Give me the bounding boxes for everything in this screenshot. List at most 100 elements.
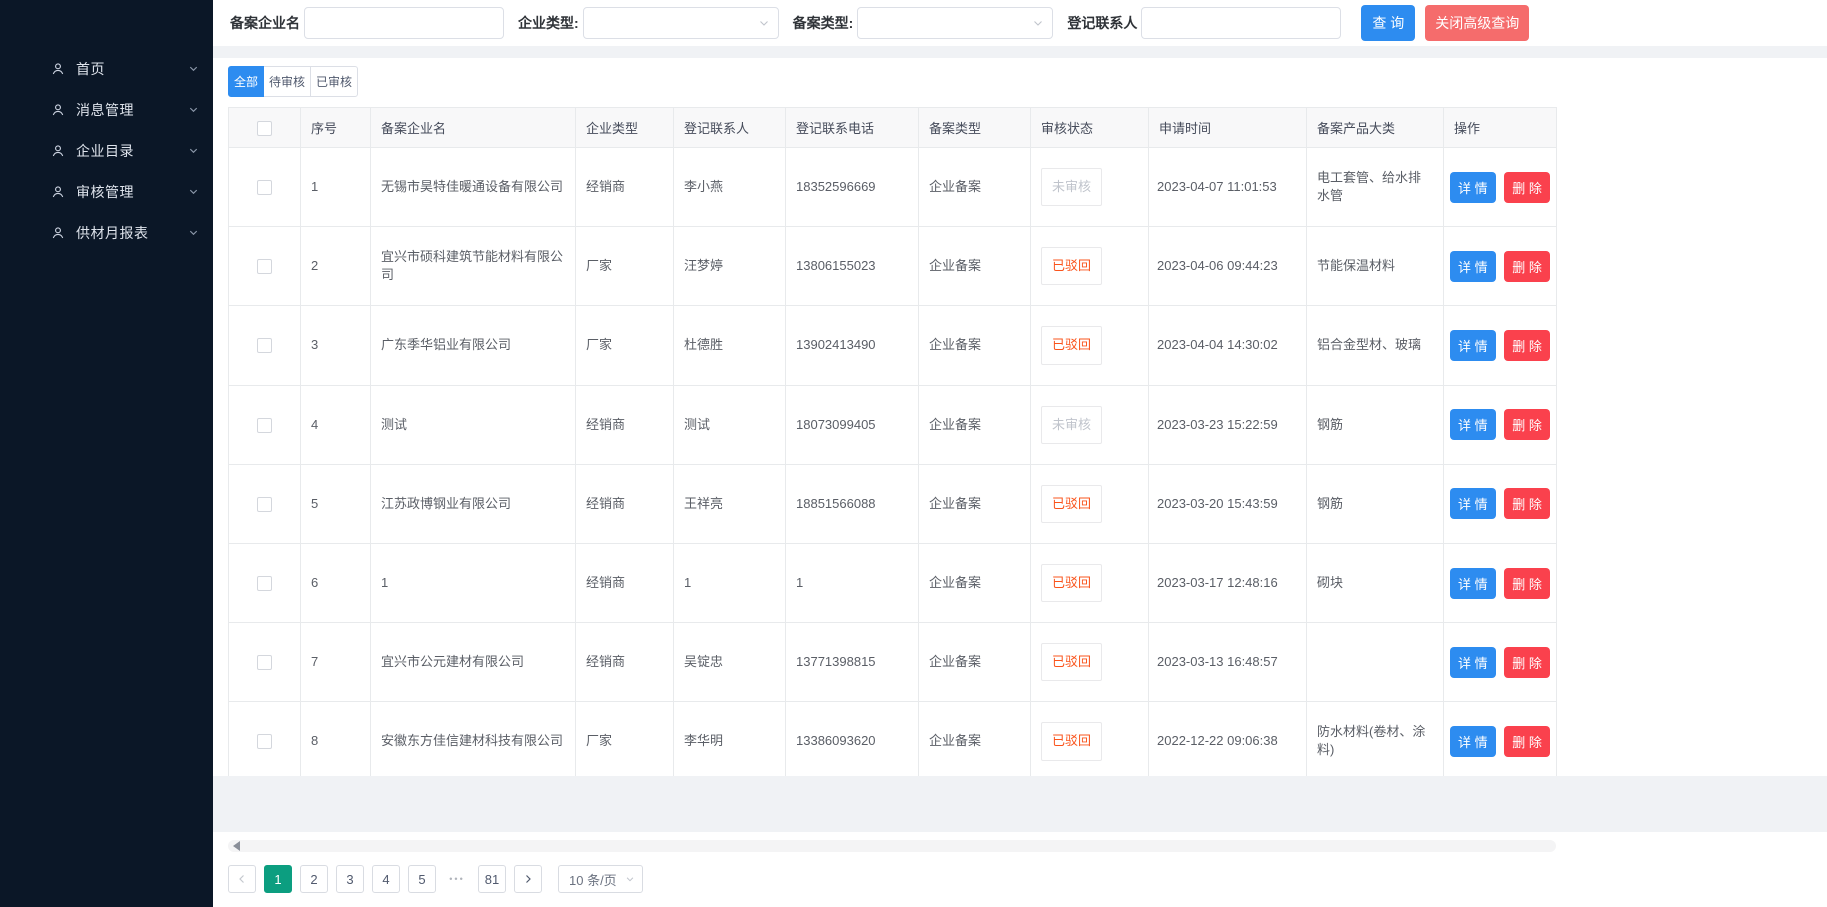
enterprise-type-select[interactable] [583, 7, 779, 39]
row-index: 7 [301, 623, 371, 702]
close-advanced-query-button[interactable]: 关闭高级查询 [1425, 5, 1529, 41]
filter-enterprise-type-label: 企业类型: [518, 13, 579, 33]
user-icon [50, 143, 66, 159]
user-icon [50, 184, 66, 200]
table-row: 6 1 经销商 1 1 企业备案 已驳回 2023-03-17 12:48:16… [229, 543, 1557, 622]
row-contact: 杜德胜 [674, 306, 786, 385]
content-panel: 全部 待审核 已审核 序号 备案企业名 企业类型 登记联系人 登记联系电话 [213, 58, 1827, 776]
delete-button[interactable]: 删 除 [1504, 330, 1550, 361]
row-company-name: 宜兴市公元建材有限公司 [371, 623, 576, 702]
row-product-category: 砌块 [1307, 543, 1444, 622]
row-checkbox[interactable] [257, 497, 272, 512]
row-index: 2 [301, 227, 371, 306]
page-size-select[interactable]: 10 条/页 [558, 865, 643, 893]
row-contact: 汪梦婷 [674, 227, 786, 306]
detail-button[interactable]: 详 情 [1450, 568, 1496, 599]
detail-button[interactable]: 详 情 [1450, 409, 1496, 440]
row-apply-time: 2022-12-22 09:06:38 [1149, 702, 1307, 776]
header-checkbox-cell [229, 108, 301, 148]
detail-button[interactable]: 详 情 [1450, 647, 1496, 678]
filter-bar: 备案企业名 企业类型: 备案类型: [213, 0, 1827, 46]
select-all-checkbox[interactable] [257, 121, 272, 136]
row-checkbox[interactable] [257, 338, 272, 353]
status-tabs: 全部 待审核 已审核 [228, 66, 1812, 97]
delete-button[interactable]: 删 除 [1504, 647, 1550, 678]
row-apply-time: 2023-03-20 15:43:59 [1149, 464, 1307, 543]
row-phone: 13386093620 [786, 702, 919, 776]
sidebar-item[interactable]: 企业目录 [0, 130, 213, 171]
chevron-down-icon [188, 186, 199, 197]
row-phone: 18352596669 [786, 148, 919, 227]
row-index: 8 [301, 702, 371, 776]
row-checkbox[interactable] [257, 180, 272, 195]
delete-button[interactable]: 删 除 [1504, 488, 1550, 519]
row-index: 5 [301, 464, 371, 543]
horizontal-scrollbar[interactable] [228, 840, 1556, 852]
page-button-4[interactable]: 4 [372, 865, 400, 893]
detail-button[interactable]: 详 情 [1450, 172, 1496, 203]
row-enterprise-type: 厂家 [576, 702, 674, 776]
header-apply-time: 申请时间 [1149, 108, 1307, 148]
delete-button[interactable]: 删 除 [1504, 568, 1550, 599]
row-product-category [1307, 623, 1444, 702]
detail-button[interactable]: 详 情 [1450, 330, 1496, 361]
row-product-category: 电工套管、给水排水管 [1307, 148, 1444, 227]
prev-page-button[interactable] [228, 865, 256, 893]
detail-button[interactable]: 详 情 [1450, 726, 1496, 757]
row-checkbox[interactable] [257, 734, 272, 749]
row-checkbox[interactable] [257, 576, 272, 591]
record-type-select[interactable] [857, 7, 1053, 39]
page-button-2[interactable]: 2 [300, 865, 328, 893]
table-header-row: 序号 备案企业名 企业类型 登记联系人 登记联系电话 备案类型 审核状态 申请时… [229, 108, 1557, 148]
detail-button[interactable]: 详 情 [1450, 251, 1496, 282]
row-enterprise-type: 经销商 [576, 543, 674, 622]
app-root: 首页 消息管理 企业目录 审核管理 供材 [0, 0, 1827, 907]
delete-button[interactable]: 删 除 [1504, 726, 1550, 757]
filter-enterprise-type-group: 企业类型: [518, 7, 779, 39]
row-contact: 李华明 [674, 702, 786, 776]
header-enterprise-type: 企业类型 [576, 108, 674, 148]
page-button-5[interactable]: 5 [408, 865, 436, 893]
row-index: 1 [301, 148, 371, 227]
tab-reviewed[interactable]: 已审核 [310, 66, 358, 97]
sidebar-item[interactable]: 供材月报表 [0, 212, 213, 253]
next-page-button[interactable] [514, 865, 542, 893]
header-review-status: 审核状态 [1031, 108, 1149, 148]
delete-button[interactable]: 删 除 [1504, 172, 1550, 203]
company-name-input[interactable] [304, 7, 504, 39]
row-company-name: 1 [371, 543, 576, 622]
bottom-bar: 1 2 3 4 5 ••• 81 10 条/页 [213, 832, 1827, 907]
pagination: 1 2 3 4 5 ••• 81 10 条/页 [228, 865, 1812, 893]
sidebar-item[interactable]: 审核管理 [0, 171, 213, 212]
sidebar-item[interactable]: 消息管理 [0, 89, 213, 130]
last-page-button[interactable]: 81 [478, 865, 506, 893]
tab-pending[interactable]: 待审核 [263, 66, 311, 97]
row-checkbox[interactable] [257, 418, 272, 433]
chevron-left-icon [236, 873, 248, 885]
sidebar-item[interactable]: 首页 [0, 48, 213, 89]
row-phone: 13902413490 [786, 306, 919, 385]
row-enterprise-type: 厂家 [576, 227, 674, 306]
header-phone: 登记联系电话 [786, 108, 919, 148]
contact-person-input[interactable] [1141, 7, 1341, 39]
row-checkbox[interactable] [257, 259, 272, 274]
row-record-type: 企业备案 [919, 702, 1031, 776]
page-button-3[interactable]: 3 [336, 865, 364, 893]
detail-button[interactable]: 详 情 [1450, 488, 1496, 519]
row-checkbox[interactable] [257, 655, 272, 670]
page-size-value: 10 条/页 [569, 870, 617, 889]
row-contact: 王祥亮 [674, 464, 786, 543]
status-badge: 已驳回 [1041, 564, 1102, 602]
chevron-down-icon [758, 17, 770, 29]
row-record-type: 企业备案 [919, 623, 1031, 702]
tab-all[interactable]: 全部 [228, 66, 264, 97]
row-product-category: 防水材料(卷材、涂料) [1307, 702, 1444, 776]
delete-button[interactable]: 删 除 [1504, 251, 1550, 282]
page-button-1[interactable]: 1 [264, 865, 292, 893]
row-apply-time: 2023-04-07 11:01:53 [1149, 148, 1307, 227]
row-product-category: 节能保温材料 [1307, 227, 1444, 306]
search-button[interactable]: 查 询 [1361, 5, 1415, 41]
main-content: 备案企业名 企业类型: 备案类型: [213, 0, 1827, 907]
user-icon [50, 225, 66, 241]
delete-button[interactable]: 删 除 [1504, 409, 1550, 440]
